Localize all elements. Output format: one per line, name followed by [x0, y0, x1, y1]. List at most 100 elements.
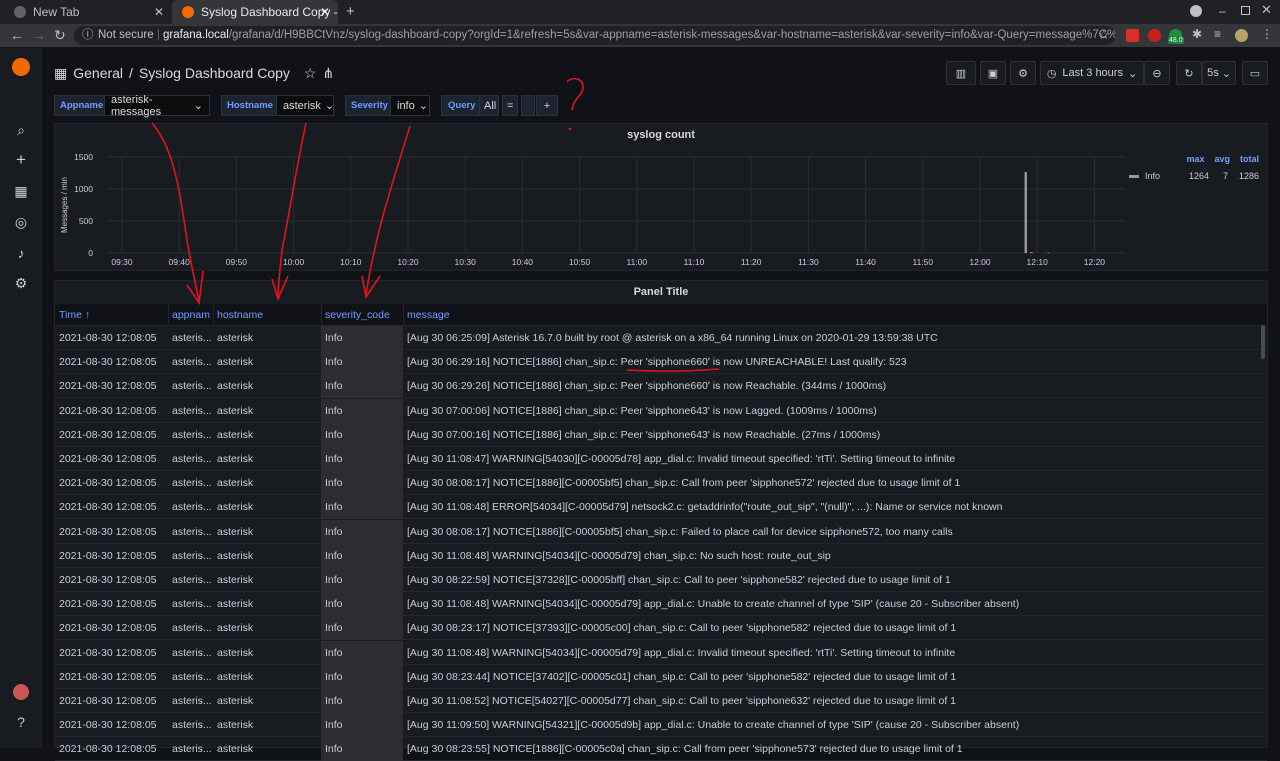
- table-row[interactable]: 2021-08-30 12:08:05 asteris... asterisk Inf…: [55, 350, 1267, 375]
- column-header[interactable]: severity_code: [325, 309, 390, 321]
- column-header[interactable]: appnam: [172, 309, 210, 321]
- table-row[interactable]: 2021-08-30 12:08:05 asteris... asterisk Inf…: [55, 616, 1267, 641]
- minimize-icon[interactable]: –: [1219, 4, 1226, 18]
- refresh-button[interactable]: ↻: [1176, 61, 1202, 85]
- plus-icon[interactable]: +: [13, 151, 29, 168]
- table-cell: asterisk: [217, 743, 254, 756]
- x-tick-label: 11:50: [912, 257, 933, 267]
- help-icon[interactable]: ?: [13, 714, 29, 730]
- table-row[interactable]: 2021-08-30 12:08:05 asteris... asterisk Inf…: [55, 568, 1267, 592]
- table-row[interactable]: 2021-08-30 12:08:05 asteris... asterisk Inf…: [55, 398, 1267, 423]
- x-tick-label: 10:20: [397, 257, 419, 267]
- bookmark-star-icon[interactable]: ☆: [1098, 27, 1110, 43]
- table-cell: 2021-08-30 12:08:05: [59, 695, 157, 707]
- hostname-select[interactable]: asterisk ⌄: [276, 95, 334, 116]
- table-cell: 2021-08-30 12:08:05: [59, 549, 157, 562]
- share-icon[interactable]: ⋔: [322, 65, 334, 82]
- page-title[interactable]: Syslog Dashboard Copy: [139, 65, 290, 82]
- table-cell: [Aug 30 08:23:17] NOTICE[37393][C-00005c…: [407, 622, 957, 635]
- table-row[interactable]: 2021-08-30 12:08:05 asteris... asterisk Inf…: [55, 374, 1267, 399]
- severity-select[interactable]: info ⌄: [390, 95, 430, 116]
- tv-mode-button[interactable]: ▭: [1242, 61, 1268, 85]
- table-row[interactable]: 2021-08-30 12:08:05 asteris... asterisk Inf…: [55, 713, 1267, 738]
- tab-new-tab[interactable]: New Tab ✕: [0, 0, 172, 24]
- chevron-down-icon: ⌄: [1127, 67, 1138, 80]
- close-icon[interactable]: ✕: [154, 5, 164, 19]
- appname-select[interactable]: asterisk-messages ⌄: [104, 94, 210, 118]
- gear-icon[interactable]: ⚙: [13, 275, 29, 291]
- grafana-icon: [182, 6, 194, 18]
- table-row[interactable]: 2021-08-30 12:08:05 asteris... asterisk Inf…: [55, 422, 1267, 447]
- legend-item[interactable]: Info 1264 7 1286: [1129, 171, 1259, 181]
- reload-icon[interactable]: ↻: [54, 27, 66, 44]
- x-tick-label: 09:40: [169, 257, 191, 267]
- query-operator[interactable]: =: [502, 95, 518, 116]
- column-header[interactable]: message: [407, 309, 450, 321]
- bell-icon[interactable]: ♪: [13, 245, 29, 261]
- url-path: /grafana/d/H9BBCtVnz/syslog-dashboard-co…: [228, 29, 1116, 41]
- window-close-icon[interactable]: ✕: [1261, 2, 1272, 18]
- table-cell: [Aug 30 08:08:17] NOTICE[1886][C-00005bf…: [407, 477, 961, 490]
- table-row[interactable]: 2021-08-30 12:08:05 asteris... asterisk Inf…: [55, 664, 1267, 689]
- time-range-picker[interactable]: ◷ Last 3 hours ⌄: [1040, 61, 1144, 85]
- grafana-logo-icon[interactable]: [12, 58, 30, 76]
- table-row[interactable]: 2021-08-30 12:08:05 asteris... asterisk Inf…: [55, 495, 1267, 520]
- table-row[interactable]: 2021-08-30 12:08:05 asteris... asterisk Inf…: [55, 592, 1267, 617]
- x-tick-label: 12:10: [1027, 257, 1049, 267]
- back-icon[interactable]: ←: [10, 27, 24, 43]
- table-row[interactable]: 2021-08-30 12:08:05 asteris... asterisk Inf…: [55, 471, 1267, 496]
- table-row[interactable]: 2021-08-30 12:08:05 asteris... asterisk Inf…: [55, 640, 1267, 665]
- column-header[interactable]: hostname: [217, 309, 263, 321]
- search-icon[interactable]: ⌕: [13, 122, 29, 138]
- table-row[interactable]: 2021-08-30 12:08:05 asteris... asterisk Inf…: [55, 737, 1267, 761]
- query-key[interactable]: All: [479, 95, 499, 116]
- compass-icon[interactable]: ◎: [13, 214, 29, 230]
- close-icon[interactable]: ✕: [320, 5, 330, 19]
- avatar[interactable]: [1235, 29, 1248, 42]
- x-tick-label: 10:10: [340, 257, 362, 267]
- save-button[interactable]: ▣: [980, 61, 1006, 85]
- add-panel-button[interactable]: ▥: [946, 61, 976, 85]
- breadcrumb-folder[interactable]: General: [73, 65, 123, 82]
- zoom-out-button[interactable]: ⊖: [1144, 61, 1170, 85]
- query-value[interactable]: [521, 95, 535, 116]
- table-cell: asteris...: [172, 428, 212, 441]
- table-scrollbar[interactable]: [1261, 325, 1265, 359]
- tab-search-icon[interactable]: [1190, 5, 1202, 17]
- gmail-extension-icon[interactable]: [1126, 29, 1139, 42]
- adblock-extension-icon[interactable]: [1148, 29, 1161, 42]
- forward-icon[interactable]: →: [32, 27, 46, 43]
- table-cell: [Aug 30 11:08:52] NOTICE[54027][C-00005d…: [407, 695, 956, 707]
- playlist-icon[interactable]: ≡: [1214, 27, 1221, 41]
- gear-icon: ⚙: [1018, 67, 1028, 80]
- star-icon[interactable]: ☆: [304, 65, 317, 82]
- time-range-label: Last 3 hours: [1062, 67, 1123, 79]
- tab-syslog-dashboard[interactable]: Syslog Dashboard Copy - ✕: [172, 0, 338, 24]
- table-row[interactable]: 2021-08-30 12:08:05 asteris... asterisk Inf…: [55, 326, 1267, 350]
- table-row[interactable]: 2021-08-30 12:08:05 asteris... asterisk Inf…: [55, 447, 1267, 471]
- tab-label: New Tab: [33, 5, 80, 19]
- puzzle-icon[interactable]: ✱: [1192, 27, 1202, 41]
- dashboards-icon[interactable]: ▦: [13, 183, 29, 199]
- x-tick-label: 11:10: [684, 257, 705, 267]
- refresh-interval-picker[interactable]: 5s ⌄: [1202, 61, 1236, 85]
- table-cell: asteris...: [172, 453, 212, 465]
- table-row[interactable]: 2021-08-30 12:08:05 asteris... asterisk Inf…: [55, 689, 1267, 713]
- column-header[interactable]: Time ↑: [59, 309, 90, 321]
- maximize-icon[interactable]: [1241, 6, 1250, 15]
- table-row[interactable]: 2021-08-30 12:08:05 asteris... asterisk Inf…: [55, 519, 1267, 544]
- warning-icon: ⓘ: [82, 29, 94, 41]
- dashboard-header: ▦ General / Syslog Dashboard Copy ☆ ⋔ ▥ …: [42, 48, 1280, 90]
- settings-button[interactable]: ⚙: [1010, 61, 1036, 85]
- menu-icon[interactable]: ⋮: [1261, 27, 1273, 41]
- new-tab-icon[interactable]: +: [346, 3, 355, 20]
- x-tick-label: 11:40: [855, 257, 876, 267]
- add-filter-button[interactable]: +: [536, 95, 558, 116]
- url-field[interactable]: ⓘ Not secure | grafana.local/grafana/d/H…: [74, 26, 1116, 45]
- chart-legend: max avg total Info 1264 7 1286: [1129, 154, 1259, 181]
- user-avatar[interactable]: [13, 684, 29, 700]
- table-cell: asteris...: [172, 380, 212, 393]
- table-row[interactable]: 2021-08-30 12:08:05 asteris... asterisk Inf…: [55, 543, 1267, 568]
- legend-col-header: max: [1186, 154, 1205, 164]
- table-cell: asterisk: [217, 646, 254, 659]
